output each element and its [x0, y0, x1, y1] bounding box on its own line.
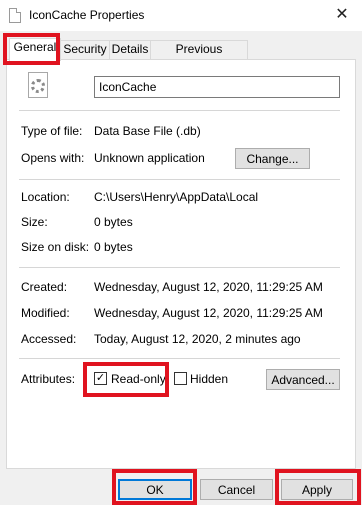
accessed-label: Accessed: — [21, 332, 77, 346]
location-label: Location: — [21, 190, 70, 204]
tab-details[interactable]: Details — [109, 40, 151, 59]
attributes-label: Attributes: — [21, 372, 76, 386]
close-button[interactable]: ✕ — [332, 5, 352, 25]
apply-button[interactable]: Apply — [281, 479, 353, 500]
modified-label: Modified: — [21, 306, 70, 320]
read-only-checkbox[interactable]: ✓ — [94, 372, 107, 385]
settings-file-icon — [28, 72, 48, 98]
created-label: Created: — [21, 280, 68, 294]
size-on-disk-value: 0 bytes — [94, 240, 133, 254]
ok-button[interactable]: OK — [118, 479, 192, 500]
location-value: C:\Users\Henry\AppData\Local — [94, 190, 259, 204]
size-label: Size: — [21, 215, 48, 229]
separator — [19, 267, 340, 268]
opens-with-label: Opens with: — [21, 151, 85, 165]
read-only-label[interactable]: Read-only — [111, 372, 166, 386]
file-name-input[interactable] — [94, 76, 340, 98]
tab-previous-versions[interactable]: Previous Versions — [150, 40, 248, 73]
document-icon — [9, 8, 21, 23]
advanced-button[interactable]: Advanced... — [266, 369, 340, 390]
cancel-button[interactable]: Cancel — [200, 479, 273, 500]
type-of-file-label: Type of file: — [21, 124, 83, 138]
separator — [19, 179, 340, 180]
tab-strip: General Security Details Previous Versio… — [6, 38, 356, 73]
created-value: Wednesday, August 12, 2020, 11:29:25 AM — [94, 280, 323, 294]
change-button[interactable]: Change... — [235, 148, 310, 169]
modified-value: Wednesday, August 12, 2020, 11:29:25 AM — [94, 306, 323, 320]
window-title: IconCache Properties — [29, 8, 145, 22]
hidden-checkbox[interactable] — [174, 372, 187, 385]
general-tab-panel — [6, 59, 356, 469]
size-on-disk-label: Size on disk: — [21, 240, 90, 254]
separator — [19, 358, 340, 359]
title-bar: IconCache Properties ✕ — [0, 0, 362, 31]
opens-with-value: Unknown application — [94, 151, 205, 165]
hidden-label[interactable]: Hidden — [190, 372, 228, 386]
tab-security[interactable]: Security — [60, 40, 110, 59]
type-of-file-value: Data Base File (.db) — [94, 124, 201, 138]
tab-general[interactable]: General — [9, 38, 61, 61]
size-value: 0 bytes — [94, 215, 133, 229]
separator — [19, 110, 340, 111]
accessed-value: Today, August 12, 2020, 2 minutes ago — [94, 332, 301, 346]
gear-icon — [31, 79, 45, 93]
